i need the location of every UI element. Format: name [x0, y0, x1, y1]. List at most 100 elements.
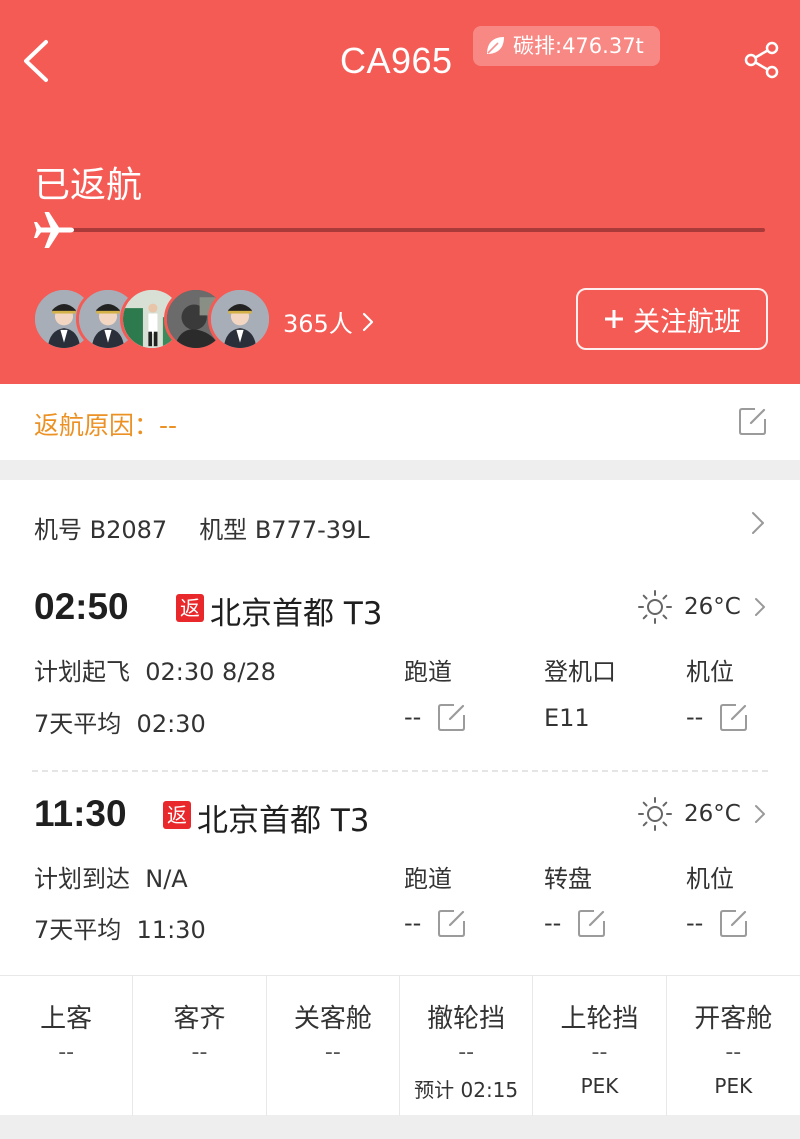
arrival-weather[interactable]: 26°C [638, 797, 767, 831]
ground-status-boarding: 上客 -- [0, 976, 134, 1116]
ground-status-label: 撤轮挡 [427, 1004, 506, 1034]
ground-status-grid: 上客 -- 客齐 -- 关客舱 -- 撤轮挡 -- 预计 02:15 上轮挡 -… [0, 975, 800, 1116]
share-icon[interactable] [742, 40, 782, 80]
carbon-text: 碳排:476.37t [513, 34, 644, 58]
aircraft-type-value: B777-39L [254, 516, 370, 544]
return-reason-label: 返航原因： [34, 411, 160, 440]
arrival-plan-label: 计划到达 [34, 865, 130, 893]
departure-terminal: T3 [343, 596, 383, 632]
departure-runway[interactable]: -- [404, 702, 467, 732]
arrival-avg: 7天平均 11:30 [34, 910, 206, 945]
followers-count-link[interactable]: 365人 [283, 304, 375, 339]
ground-status-sub: 预计 02:15 [414, 1078, 519, 1102]
arrival-carousel[interactable]: -- [544, 908, 607, 938]
aircraft-type: 机型 B777-39L [199, 510, 369, 545]
departure-airport-name: 北京首都 [210, 596, 334, 632]
follow-flight-button[interactable]: 关注航班 [576, 288, 768, 350]
departure-plan-value: 02:30 8/28 [145, 658, 276, 686]
arrival-runway-value: -- [404, 909, 422, 937]
edit-icon [578, 910, 606, 937]
departure-time: 02:50 [34, 586, 129, 627]
edit-icon[interactable] [738, 406, 768, 436]
flight-header: CA965 碳排:476.37t 已返航 365人 关注航班 [0, 0, 800, 384]
edit-icon [720, 704, 748, 731]
aircraft-type-label: 机型 [199, 516, 248, 544]
arrival-carousel-label: 转盘 [544, 865, 592, 893]
ground-status-door-open: 开客舱 -- PEK [667, 976, 800, 1116]
followers-count: 365人 [283, 310, 353, 338]
arrival-plan: 计划到达 N/A [34, 859, 188, 894]
departure-runway-value: -- [404, 703, 422, 731]
return-reason: 返航原因：-- [34, 406, 177, 442]
aircraft-reg: 机号 B2087 [34, 510, 167, 545]
arrival-runway-label: 跑道 [404, 865, 452, 893]
ground-status-label: 上客 [40, 1004, 93, 1034]
arrival-airport: 北京首都 T3 [197, 795, 370, 840]
flight-number: CA965 [340, 40, 453, 81]
arrival-runway[interactable]: -- [404, 908, 467, 938]
edit-icon [438, 704, 466, 731]
aircraft-reg-label: 机号 [34, 516, 82, 544]
departure-avg-label: 7天平均 [34, 710, 122, 738]
arrival-avg-value: 11:30 [136, 916, 206, 944]
return-badge: 返 [163, 801, 191, 829]
departure-plan-label: 计划起飞 [34, 658, 130, 686]
arrival-temp: 26°C [684, 801, 741, 827]
ground-status-sub: PEK [580, 1074, 619, 1098]
aircraft-reg-value: B2087 [89, 516, 168, 544]
chevron-right-icon [362, 312, 373, 331]
departure-avg: 7天平均 02:30 [34, 704, 206, 739]
departure-stand-value: -- [686, 703, 704, 731]
back-arrow-icon[interactable] [18, 38, 58, 84]
plus-icon [605, 310, 623, 328]
carbon-emission-badge[interactable]: 碳排:476.37t [473, 26, 660, 66]
ground-status-chocks-off: 撤轮挡 -- 预计 02:15 [400, 976, 534, 1116]
follower-avatars[interactable] [32, 287, 272, 351]
sun-icon [638, 797, 672, 831]
arrival-carousel-value: -- [544, 909, 562, 937]
departure-stand[interactable]: -- [686, 702, 749, 732]
departure-runway-label: 跑道 [404, 658, 452, 686]
arrival-stand[interactable]: -- [686, 908, 749, 938]
flight-status: 已返航 [34, 165, 143, 206]
arrival-avg-label: 7天平均 [34, 916, 122, 944]
return-reason-row: 返航原因：-- [0, 384, 800, 460]
edit-icon [720, 910, 748, 937]
ground-status-value: -- [725, 1040, 742, 1065]
ground-status-label: 上轮挡 [560, 1004, 639, 1034]
arrival-terminal: T3 [330, 803, 370, 839]
departure-airport: 北京首都 T3 [210, 588, 383, 633]
chevron-right-icon [754, 598, 765, 616]
ground-status-value: -- [191, 1040, 208, 1065]
ground-status-label: 关客舱 [293, 1004, 372, 1034]
arrival-stand-label: 机位 [686, 865, 734, 893]
chevron-right-icon [754, 805, 765, 823]
departure-gate: E11 [544, 704, 590, 732]
departure-weather[interactable]: 26°C [638, 590, 767, 624]
departure-temp: 26°C [684, 594, 741, 620]
sun-icon [638, 590, 672, 624]
edit-icon [438, 910, 466, 937]
chevron-right-icon[interactable] [750, 510, 766, 536]
leaf-icon [487, 37, 504, 54]
ground-status-boarding-complete: 客齐 -- [133, 976, 267, 1116]
follow-flight-label: 关注航班 [633, 306, 741, 338]
arrival-plan-value: N/A [145, 865, 188, 893]
flight-details-card: 机号 B2087 机型 B777-39L 02:50 返 北京首都 T3 26°… [0, 480, 800, 975]
departure-gate-value: E11 [544, 704, 590, 732]
ground-status-label: 客齐 [173, 1004, 226, 1034]
ground-status-door-close: 关客舱 -- [267, 976, 400, 1116]
aircraft-info-row[interactable]: 机号 B2087 机型 B777-39L [34, 510, 370, 545]
ground-status-value: -- [591, 1040, 608, 1065]
departure-avg-value: 02:30 [136, 710, 206, 738]
airplane-icon [34, 212, 74, 248]
arrival-time: 11:30 [34, 793, 127, 834]
ground-status-value: -- [324, 1040, 341, 1065]
segment-divider [32, 770, 768, 772]
arrival-airport-name: 北京首都 [197, 803, 321, 839]
arrival-stand-value: -- [686, 909, 704, 937]
ground-status-chocks-on: 上轮挡 -- PEK [533, 976, 667, 1116]
ground-status-sub: PEK [714, 1074, 753, 1098]
avatar [208, 287, 272, 351]
departure-gate-label: 登机口 [544, 658, 616, 686]
